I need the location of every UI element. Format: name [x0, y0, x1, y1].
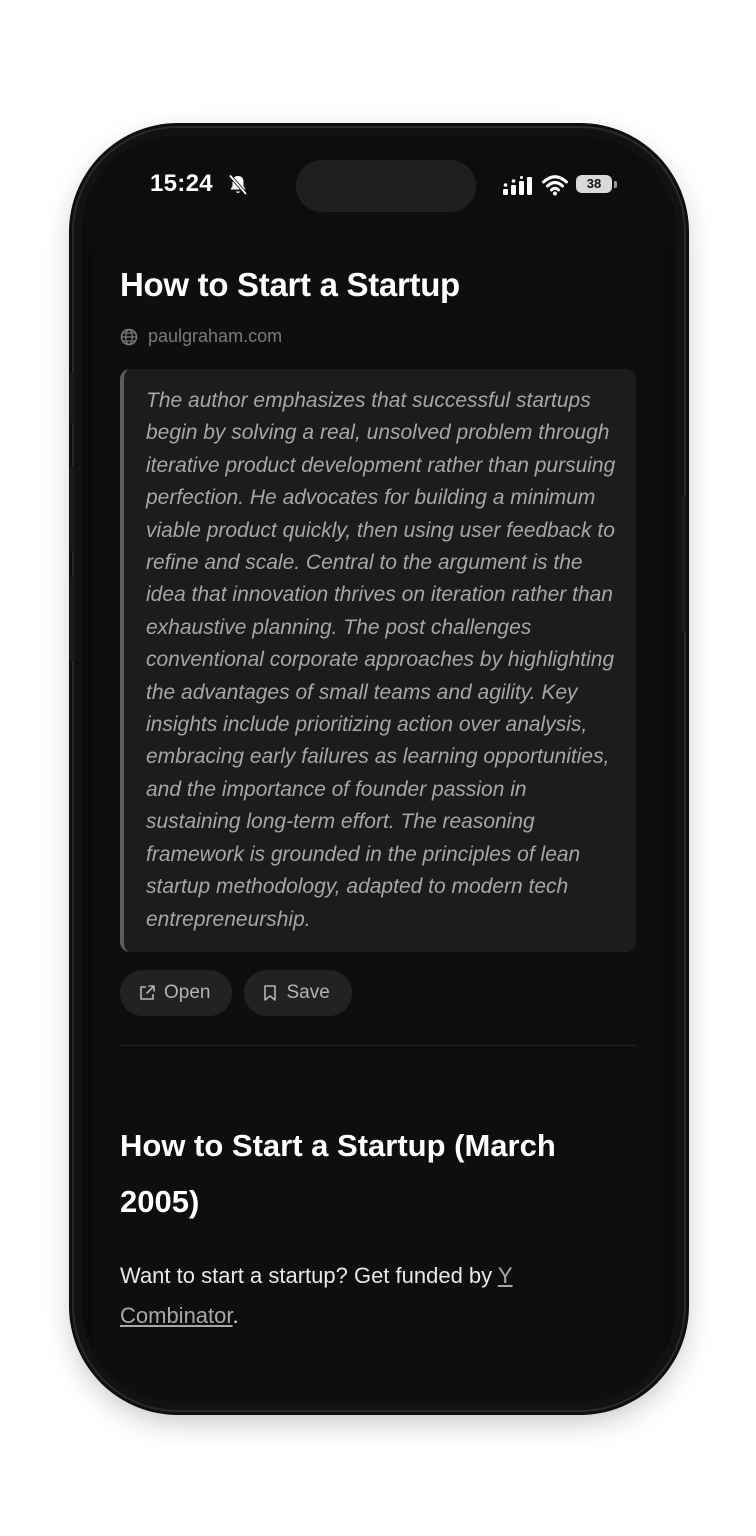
- side-button-action: [70, 372, 75, 424]
- status-time: 15:24: [150, 170, 213, 197]
- battery-icon: 38: [576, 175, 618, 195]
- side-button-power: [681, 496, 686, 632]
- save-button-label: Save: [286, 981, 330, 1003]
- save-button[interactable]: Save: [244, 969, 352, 1016]
- article-title: How to Start a Startup: [120, 266, 460, 303]
- bell-slash-icon: [228, 174, 248, 196]
- article-source: paulgraham.com: [120, 326, 636, 347]
- side-button-volume-up: [70, 466, 75, 552]
- globe-icon: [120, 328, 138, 345]
- article-summary: The author emphasizes that successful st…: [120, 369, 636, 952]
- action-bar: Open Save: [120, 969, 636, 1016]
- phone-frame: 15:24 38 How to Start a Startup paulgrah…: [74, 128, 684, 1410]
- paragraph-text: Want to start a startup? Get funded by: [120, 1262, 498, 1288]
- article-content: How to Start a Startup paulgraham.com Th…: [120, 266, 636, 1358]
- open-button-label: Open: [164, 981, 211, 1003]
- bookmark-icon: [264, 985, 277, 1001]
- screen: 15:24 38 How to Start a Startup paulgrah…: [82, 136, 676, 1402]
- body-heading: How to Start a Startup (March 2005): [120, 1127, 556, 1219]
- open-button[interactable]: Open: [120, 969, 233, 1016]
- body-paragraph: Want to start a startup? Get funded by Y…: [120, 1256, 636, 1336]
- divider: [120, 1044, 636, 1046]
- paragraph-end: .: [232, 1302, 239, 1328]
- side-button-volume-down: [70, 576, 75, 662]
- source-domain: paulgraham.com: [148, 326, 283, 346]
- signal-icon: [503, 176, 532, 195]
- dynamic-island: [296, 160, 476, 212]
- battery-level: 38: [576, 175, 612, 193]
- wifi-icon: [542, 175, 568, 196]
- external-link-icon: [140, 985, 155, 1000]
